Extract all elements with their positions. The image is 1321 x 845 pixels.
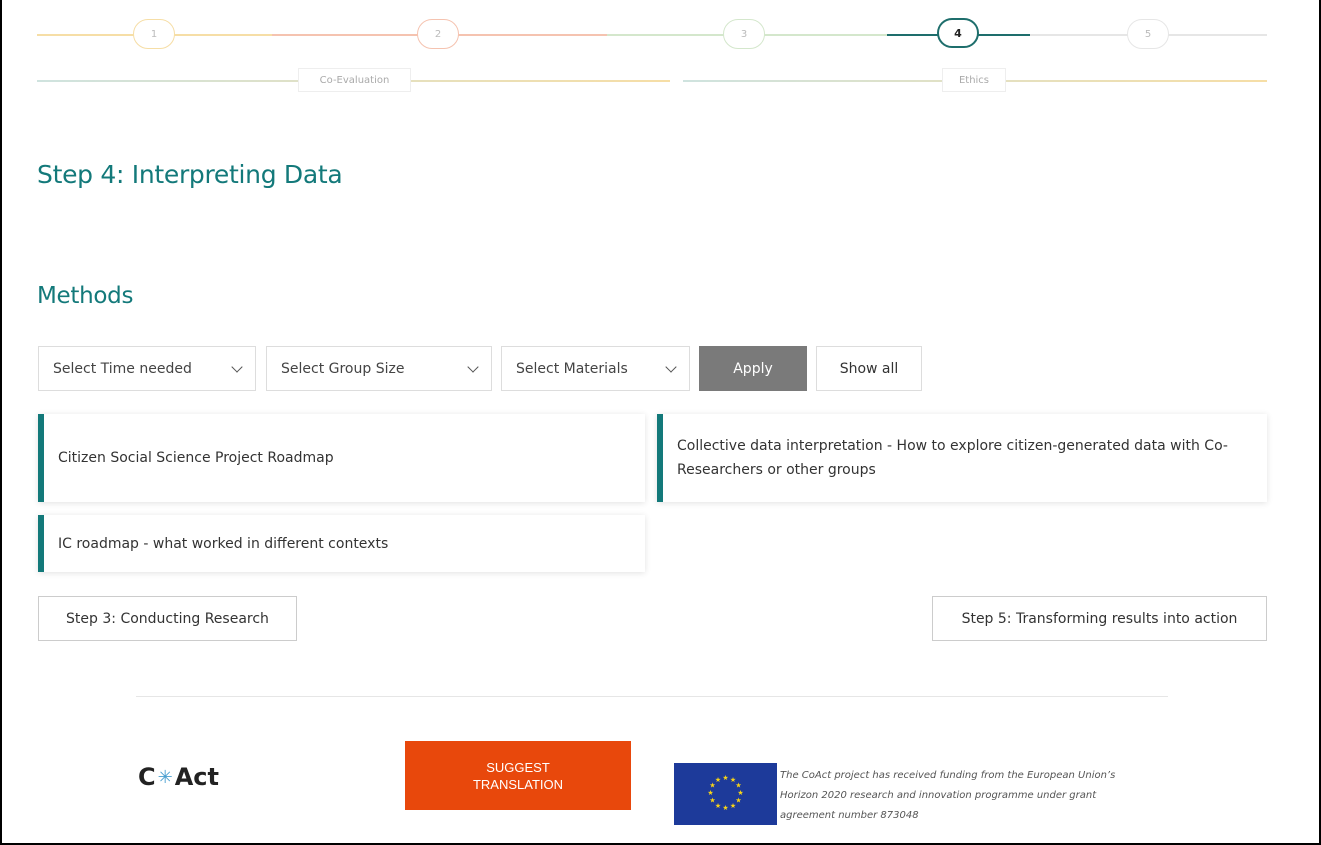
chevron-down-icon bbox=[467, 360, 479, 373]
svg-text:★: ★ bbox=[709, 797, 715, 805]
show-all-button[interactable]: Show all bbox=[816, 346, 922, 391]
eu-funding-notice: The CoAct project has received funding f… bbox=[780, 770, 1116, 821]
next-step-button[interactable]: Step 5: Transforming results into action bbox=[932, 596, 1267, 641]
apply-button[interactable]: Apply bbox=[699, 346, 807, 391]
step-1-circle[interactable]: 1 bbox=[133, 19, 175, 49]
logo-text: Act bbox=[174, 763, 219, 791]
method-card[interactable]: IC roadmap - what worked in different co… bbox=[38, 515, 645, 572]
methods-heading: Methods bbox=[37, 283, 134, 309]
svg-text:★: ★ bbox=[707, 789, 713, 797]
chevron-down-icon bbox=[665, 360, 677, 373]
step-3-circle[interactable]: 3 bbox=[723, 19, 765, 49]
svg-text:★: ★ bbox=[722, 804, 728, 812]
time-needed-select[interactable]: Select Time needed bbox=[38, 346, 256, 391]
phase-tag-ethics[interactable]: Ethics bbox=[942, 68, 1006, 92]
group-size-label: Select Group Size bbox=[281, 360, 405, 377]
step-2-circle[interactable]: 2 bbox=[417, 19, 459, 49]
method-card-title: IC roadmap - what worked in different co… bbox=[58, 535, 389, 552]
method-card[interactable]: Collective data interpretation - How to … bbox=[657, 414, 1267, 502]
materials-select[interactable]: Select Materials bbox=[501, 346, 690, 391]
progress-stepper: 1 2 3 4 5 Co-Evaluation Ethics bbox=[37, 14, 1267, 104]
phase-tag-co-evaluation[interactable]: Co-Evaluation bbox=[298, 68, 411, 92]
svg-text:★: ★ bbox=[722, 774, 728, 782]
method-card-title: Citizen Social Science Project Roadmap bbox=[58, 450, 334, 466]
chevron-down-icon bbox=[231, 360, 243, 373]
page-title: Step 4: Interpreting Data bbox=[37, 160, 343, 189]
footer-divider bbox=[136, 696, 1168, 697]
eu-flag-icon: ★ ★ ★ ★ ★ ★ ★ ★ ★ ★ ★ ★ bbox=[674, 763, 777, 825]
svg-text:★: ★ bbox=[735, 797, 741, 805]
logo-star-icon: ✳ bbox=[157, 766, 173, 788]
translation-label: TRANSLATION bbox=[472, 776, 564, 792]
svg-text:★: ★ bbox=[715, 776, 721, 784]
svg-text:★: ★ bbox=[715, 802, 721, 810]
method-card-title: Collective data interpretation - How to … bbox=[677, 438, 1228, 478]
logo-text: C bbox=[138, 763, 156, 791]
suggest-label: SUGGEST bbox=[486, 759, 550, 775]
step-5-circle[interactable]: 5 bbox=[1127, 19, 1169, 49]
group-size-select[interactable]: Select Group Size bbox=[266, 346, 492, 391]
step-4-circle[interactable]: 4 bbox=[937, 18, 979, 48]
suggest-translation-button[interactable]: SUGGEST TRANSLATION bbox=[405, 741, 631, 810]
time-needed-label: Select Time needed bbox=[53, 360, 192, 377]
svg-text:★: ★ bbox=[730, 802, 736, 810]
coact-logo[interactable]: C ✳ Act bbox=[138, 763, 219, 791]
previous-step-button[interactable]: Step 3: Conducting Research bbox=[38, 596, 297, 641]
method-card[interactable]: Citizen Social Science Project Roadmap bbox=[38, 414, 645, 502]
materials-label: Select Materials bbox=[516, 360, 628, 377]
